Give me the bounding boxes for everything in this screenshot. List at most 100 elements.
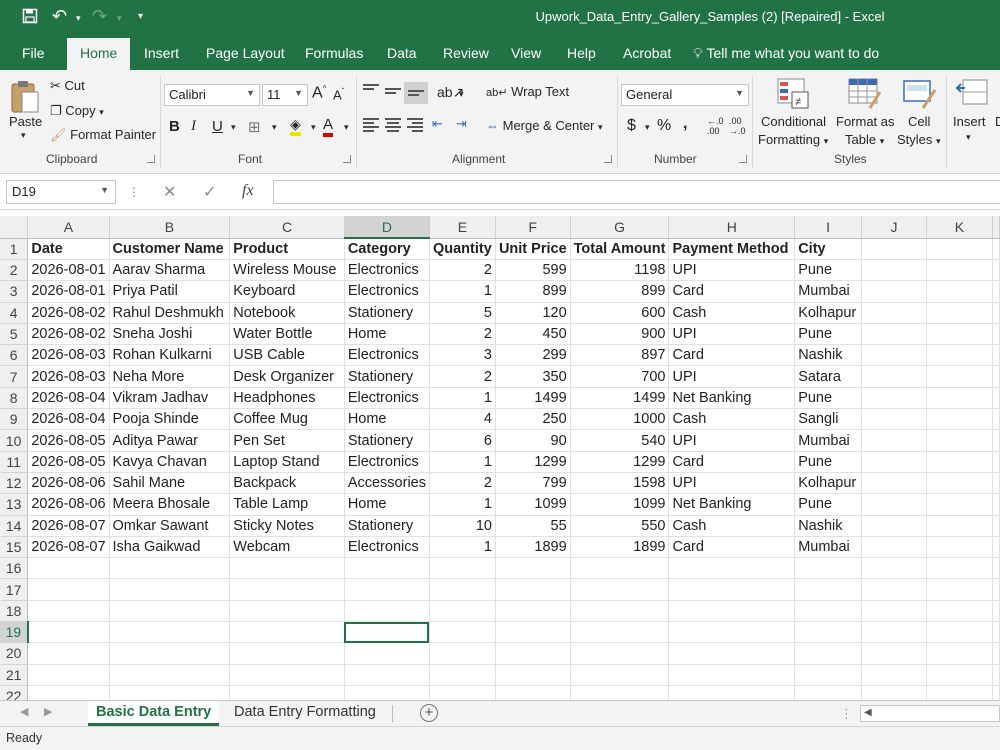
row-header[interactable]: 7 — [0, 365, 29, 388]
data-cell[interactable]: Laptop Stand — [229, 451, 345, 473]
empty-cell[interactable] — [495, 557, 571, 580]
empty-cell[interactable] — [570, 642, 670, 665]
data-cell[interactable]: 2026-08-05 — [27, 429, 110, 452]
prev-sheet-icon[interactable]: ◀ — [20, 705, 28, 718]
header-cell[interactable]: Customer Name — [109, 238, 231, 260]
data-cell[interactable]: Stationery — [344, 429, 430, 452]
row-header[interactable]: 16 — [0, 557, 29, 580]
data-cell[interactable]: 1099 — [495, 493, 571, 516]
data-cell[interactable]: Pune — [794, 259, 862, 282]
column-header-g[interactable]: G — [570, 216, 670, 239]
data-cell[interactable]: 2026-08-04 — [27, 387, 110, 410]
align-center-icon[interactable] — [385, 118, 401, 132]
row-header[interactable]: 5 — [0, 323, 29, 346]
empty-cell[interactable] — [861, 600, 927, 623]
data-cell[interactable]: Notebook — [229, 302, 345, 324]
data-cell[interactable]: 2026-08-07 — [27, 536, 110, 559]
data-cell[interactable]: Kolhapur — [794, 302, 862, 324]
underline-dropdown-icon[interactable]: ▾ — [231, 122, 236, 133]
empty-cell[interactable] — [992, 493, 1000, 516]
empty-cell[interactable] — [794, 600, 862, 623]
empty-cell[interactable] — [229, 621, 345, 644]
horizontal-scrollbar[interactable]: ◀ — [860, 705, 1000, 722]
empty-cell[interactable] — [668, 642, 796, 665]
data-cell[interactable]: Stationery — [344, 365, 430, 388]
header-cell[interactable]: Date — [27, 238, 110, 260]
empty-cell[interactable] — [992, 302, 1000, 324]
select-all-corner[interactable] — [0, 216, 29, 239]
align-right-icon[interactable] — [407, 118, 423, 132]
empty-cell[interactable] — [861, 365, 927, 388]
data-cell[interactable]: Sangli — [794, 408, 862, 431]
empty-cell[interactable] — [429, 557, 496, 580]
empty-cell[interactable] — [27, 621, 110, 644]
empty-cell[interactable] — [861, 621, 927, 644]
empty-cell[interactable] — [27, 557, 110, 580]
empty-cell[interactable] — [992, 387, 1000, 410]
add-sheet-icon[interactable]: + — [420, 704, 438, 722]
data-cell[interactable]: 897 — [570, 344, 670, 367]
conditional-formatting-label-1[interactable]: Conditional — [761, 114, 826, 129]
empty-cell[interactable] — [495, 600, 571, 623]
data-cell[interactable]: Accessories — [344, 472, 430, 495]
empty-cell[interactable] — [992, 365, 1000, 388]
tab-insert[interactable]: Insert — [144, 45, 179, 61]
orientation-dropdown-icon[interactable]: ▾ — [459, 89, 464, 100]
empty-cell[interactable] — [926, 408, 994, 431]
currency-dropdown-icon[interactable]: ▾ — [645, 122, 650, 133]
data-cell[interactable]: Card — [668, 451, 796, 473]
column-header-i[interactable]: I — [794, 216, 862, 239]
data-cell[interactable]: 799 — [495, 472, 571, 495]
data-cell[interactable]: 350 — [495, 365, 571, 388]
data-cell[interactable]: Pen Set — [229, 429, 345, 452]
tab-split-handle-icon[interactable]: ⋮ — [840, 706, 853, 722]
empty-cell[interactable] — [992, 642, 1000, 665]
empty-cell[interactable] — [668, 685, 796, 701]
row-header[interactable]: 19 — [0, 621, 29, 644]
column-header-f[interactable]: F — [495, 216, 571, 239]
row-header[interactable]: 3 — [0, 280, 29, 303]
column-header-d[interactable]: D — [344, 216, 430, 239]
font-size-dropdown[interactable]: 11 ▼ — [262, 84, 308, 106]
empty-cell[interactable] — [668, 664, 796, 686]
empty-cell[interactable] — [926, 429, 994, 452]
data-cell[interactable]: Net Banking — [668, 387, 796, 410]
data-cell[interactable]: 550 — [570, 515, 670, 537]
row-header[interactable]: 4 — [0, 302, 29, 324]
shrink-font-icon[interactable]: Aˇ — [333, 87, 344, 102]
formula-input[interactable] — [273, 180, 1000, 204]
row-header[interactable]: 12 — [0, 472, 29, 495]
empty-cell[interactable] — [861, 344, 927, 367]
fill-color-dropdown-icon[interactable]: ▾ — [311, 122, 316, 133]
empty-cell[interactable] — [992, 429, 1000, 452]
empty-cell[interactable] — [109, 621, 231, 644]
data-cell[interactable]: Rahul Deshmukh — [109, 302, 231, 324]
empty-cell[interactable] — [926, 621, 994, 644]
header-cell[interactable]: Quantity — [429, 238, 496, 260]
data-cell[interactable]: Omkar Sawant — [109, 515, 231, 537]
tab-review[interactable]: Review — [443, 45, 489, 61]
data-cell[interactable]: USB Cable — [229, 344, 345, 367]
column-header-h[interactable]: H — [668, 216, 796, 239]
empty-cell[interactable] — [344, 664, 430, 686]
data-cell[interactable]: 2026-08-03 — [27, 365, 110, 388]
empty-cell[interactable] — [109, 685, 231, 701]
empty-cell[interactable] — [27, 600, 110, 623]
empty-cell[interactable] — [992, 408, 1000, 431]
empty-cell[interactable] — [668, 600, 796, 623]
empty-cell[interactable] — [668, 621, 796, 644]
empty-cell[interactable] — [109, 578, 231, 601]
data-cell[interactable]: Isha Gaikwad — [109, 536, 231, 559]
empty-cell[interactable] — [495, 621, 571, 644]
paste-dropdown-icon[interactable]: ▾ — [21, 130, 26, 141]
currency-icon[interactable]: $ — [627, 117, 636, 135]
empty-cell[interactable] — [344, 642, 430, 665]
data-cell[interactable]: Priya Patil — [109, 280, 231, 303]
row-header[interactable]: 18 — [0, 600, 29, 623]
empty-cell[interactable] — [992, 280, 1000, 303]
data-cell[interactable]: 2 — [429, 259, 496, 282]
data-cell[interactable]: Nashik — [794, 344, 862, 367]
empty-cell[interactable] — [992, 600, 1000, 623]
tab-acrobat[interactable]: Acrobat — [623, 45, 671, 61]
empty-cell[interactable] — [229, 557, 345, 580]
